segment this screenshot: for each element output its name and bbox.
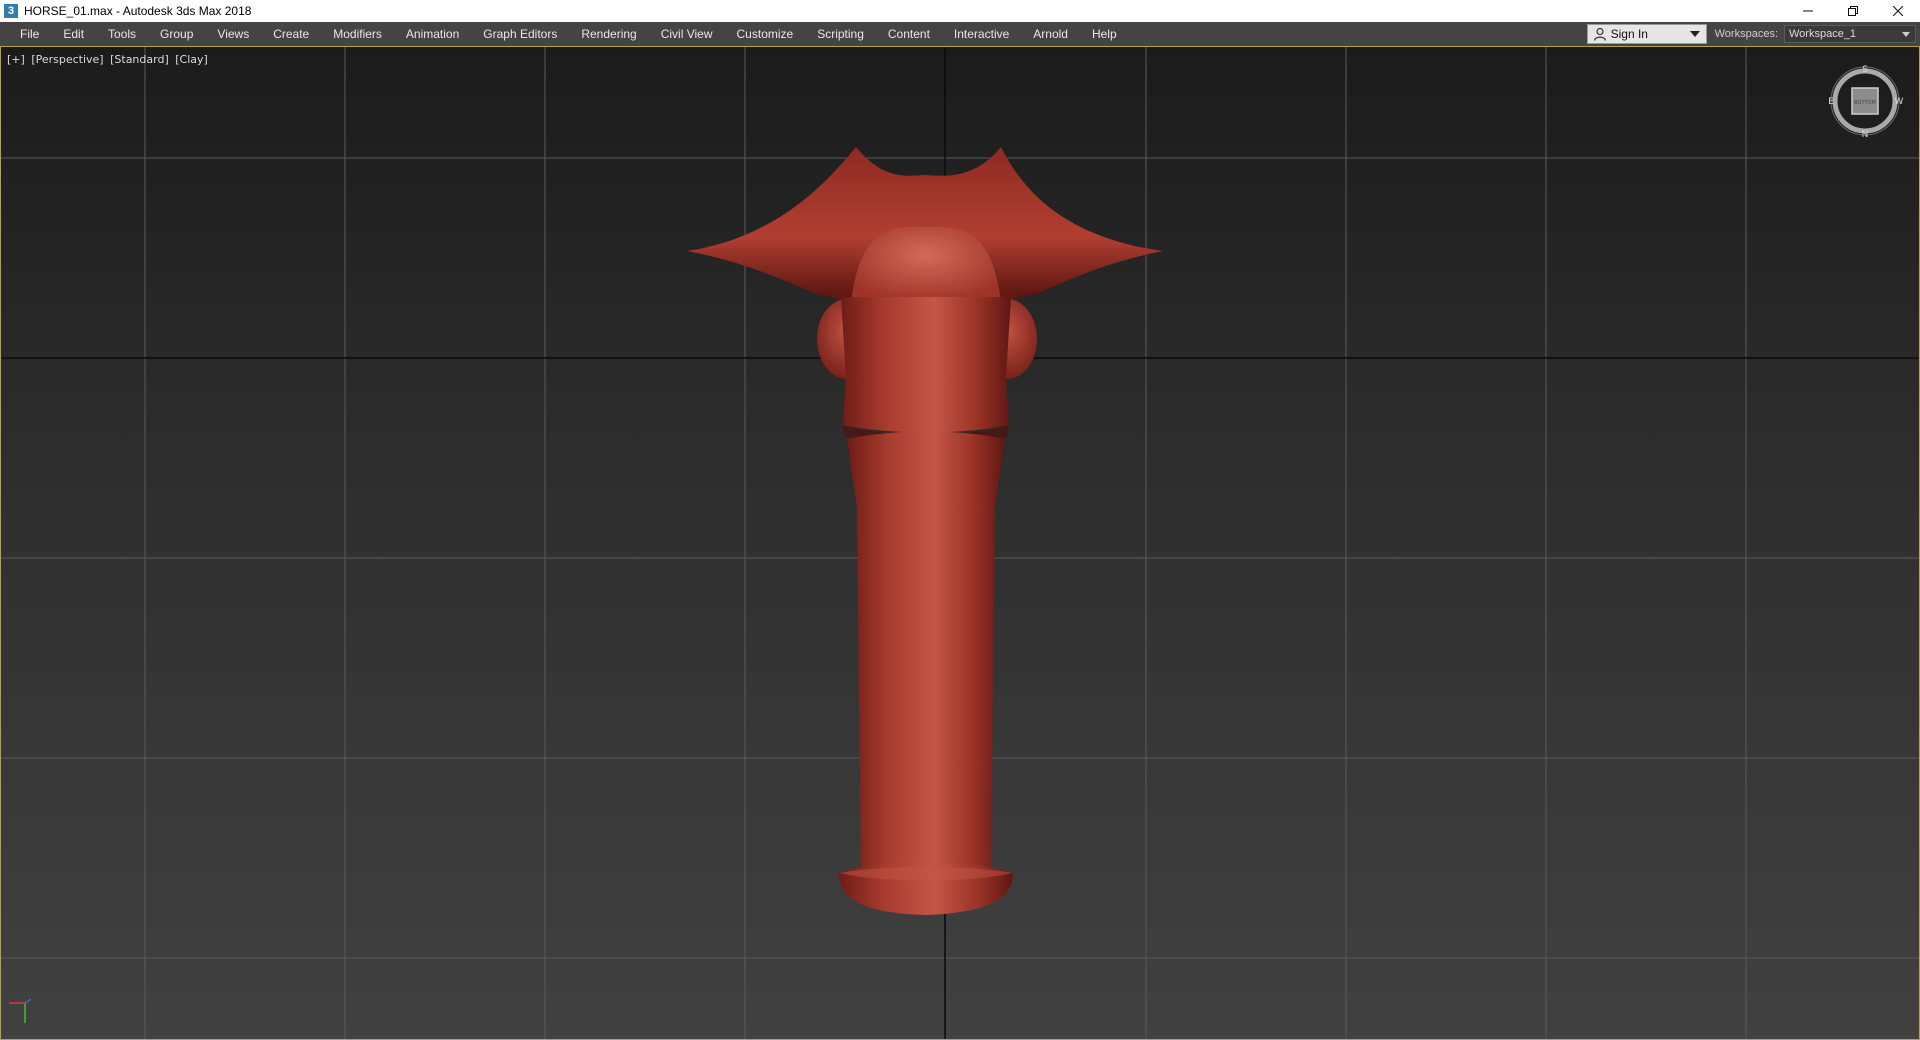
minimize-button[interactable] (1785, 0, 1830, 22)
menu-help[interactable]: Help (1080, 22, 1129, 46)
menu-content[interactable]: Content (876, 22, 942, 46)
menu-items: File Edit Tools Group Views Create Modifiers An… (0, 22, 1587, 46)
viewcube-bottom-dir: N (1862, 130, 1869, 139)
window-title: HORSE_01.max - Autodesk 3ds Max 2018 (24, 4, 252, 18)
menu-group[interactable]: Group (148, 22, 205, 46)
menu-tools[interactable]: Tools (96, 22, 148, 46)
menu-animation[interactable]: Animation (394, 22, 471, 46)
menu-interactive[interactable]: Interactive (942, 22, 1021, 46)
viewcube-top-dir: S (1862, 65, 1868, 75)
user-icon (1593, 27, 1606, 41)
menu-customize[interactable]: Customize (725, 22, 806, 46)
viewcube-right-dir: W (1895, 97, 1903, 107)
menu-graph-editors[interactable]: Graph Editors (471, 22, 569, 46)
menu-modifiers[interactable]: Modifiers (321, 22, 394, 46)
sign-in-label: Sign In (1610, 27, 1648, 41)
workspaces-label: Workspaces: (1714, 28, 1778, 40)
menu-edit[interactable]: Edit (51, 22, 96, 46)
close-icon (1892, 6, 1903, 16)
clay-model[interactable] (1, 47, 1919, 1039)
viewcube[interactable]: BOTTOM S N E W (1827, 63, 1903, 139)
window-controls (1785, 0, 1920, 22)
viewcube-face: BOTTOM (1854, 100, 1876, 106)
restore-icon (1847, 6, 1858, 16)
chevron-down-icon (1902, 31, 1910, 37)
menu-rendering[interactable]: Rendering (569, 22, 648, 46)
close-button[interactable] (1875, 0, 1920, 22)
title-bar: 3 HORSE_01.max - Autodesk 3ds Max 2018 (0, 0, 1920, 22)
axis-tripod-icon (9, 998, 32, 1023)
perspective-viewport[interactable]: [+] [Perspective] [Standard] [Clay] BOTT… (0, 46, 1920, 1040)
workspace-dropdown[interactable]: Workspace_1 (1784, 25, 1916, 43)
menu-civil-view[interactable]: Civil View (649, 22, 725, 46)
menu-create[interactable]: Create (261, 22, 321, 46)
workspace-value: Workspace_1 (1789, 28, 1857, 40)
menu-scripting[interactable]: Scripting (805, 22, 876, 46)
minimize-icon (1802, 10, 1813, 12)
menu-arnold[interactable]: Arnold (1021, 22, 1080, 46)
menu-views[interactable]: Views (205, 22, 261, 46)
sign-in-button[interactable]: Sign In (1586, 24, 1707, 44)
app-icon: 3 (4, 4, 18, 18)
chevron-down-icon (1689, 31, 1700, 37)
restore-button[interactable] (1830, 0, 1875, 22)
viewcube-left-dir: E (1828, 97, 1834, 107)
menu-file[interactable]: File (8, 22, 51, 46)
menu-bar: File Edit Tools Group Views Create Modifiers An… (0, 22, 1920, 47)
